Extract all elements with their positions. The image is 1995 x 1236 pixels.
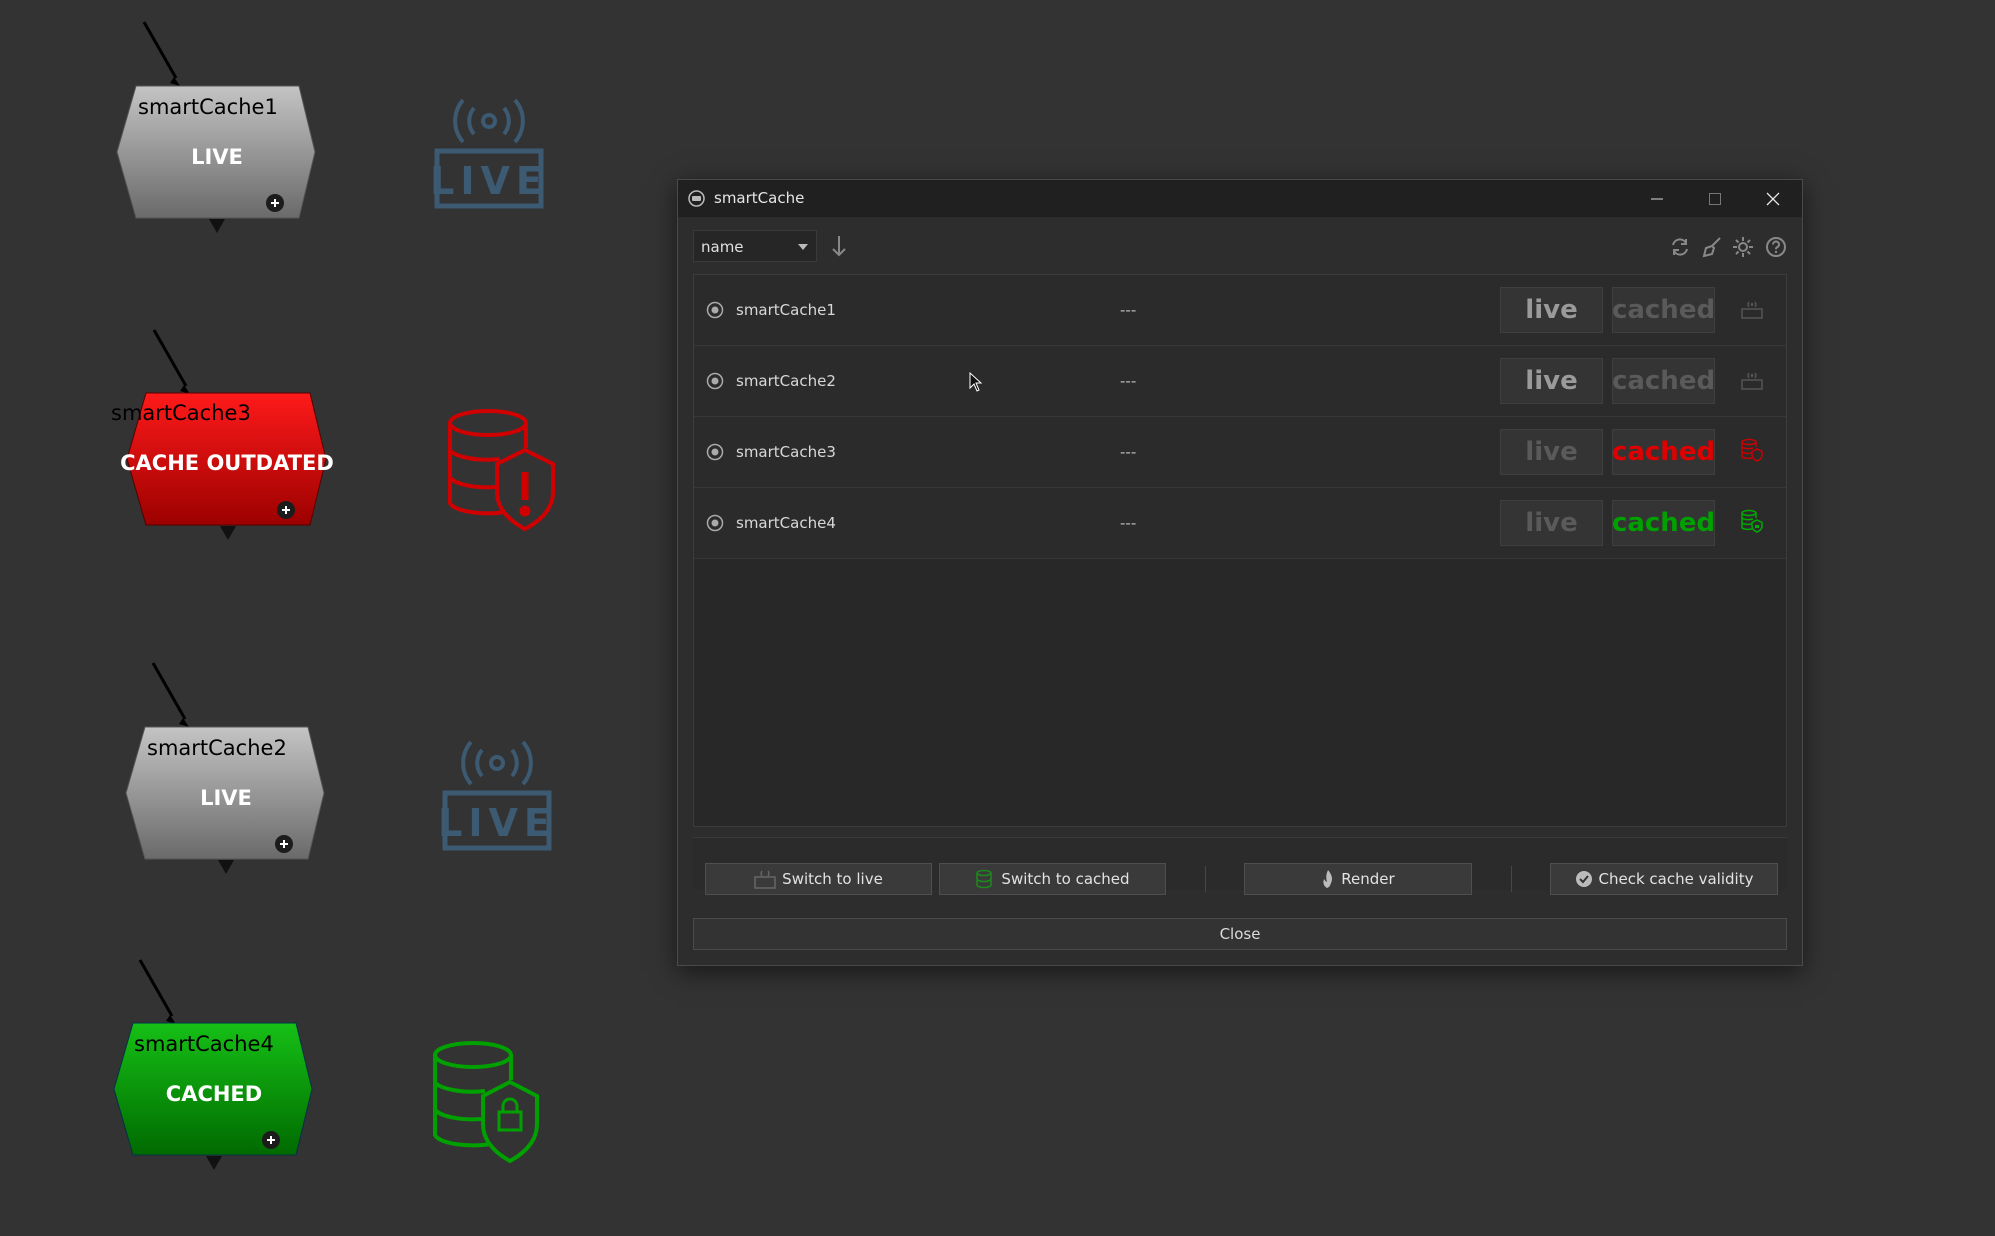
cache-row-smartcache2[interactable]: smartCache2 --- live cached [694,346,1786,417]
switch-to-live-button[interactable]: Switch to live [705,863,932,895]
node-status: CACHE OUTDATED [120,451,334,475]
refresh-icon[interactable] [1669,236,1691,258]
row-select-radio[interactable] [706,372,724,390]
switch-to-cached-label: Switch to cached [1001,870,1130,888]
check-cache-validity-button[interactable]: Check cache validity [1550,863,1778,895]
sort-by-select[interactable]: name [693,230,817,262]
live-broadcast-icon: LIVE [438,740,556,851]
chevron-down-icon [798,244,808,250]
switch-to-live-label: Switch to live [782,870,883,888]
input-connection-arrow [151,662,187,720]
switch-to-cached-button[interactable]: Switch to cached [939,863,1166,895]
title-bar[interactable]: smartCache [678,180,1802,217]
minimize-button[interactable] [1628,180,1686,217]
row-name: smartCache2 [736,372,836,390]
graph-node-smartcache1[interactable]: smartCache1 LIVE [116,21,316,233]
row-info: --- [1120,301,1137,319]
live-button[interactable]: live [1500,429,1603,475]
render-button[interactable]: Render [1244,863,1472,895]
database-lock-icon [1741,509,1763,533]
node-label: smartCache1 [138,95,278,119]
render-label: Render [1341,870,1395,888]
database-warning-icon [1741,438,1763,462]
broom-icon[interactable] [1701,236,1723,258]
minimize-icon [1651,198,1663,199]
live-state-icon [1741,301,1763,319]
row-name: smartCache4 [736,514,836,532]
live-broadcast-icon: LIVE [430,98,548,209]
node-status: LIVE [200,786,252,810]
row-select-radio[interactable] [706,514,724,532]
separator [1511,866,1512,892]
row-select-radio[interactable] [706,301,724,319]
close-icon [1766,192,1780,205]
node-status: LIVE [191,145,243,169]
close-window-button[interactable] [1744,180,1802,217]
graph-node-smartcache3[interactable]: smartCache3 CACHE OUTDATED [111,329,334,540]
input-connection-arrow [142,21,178,79]
database-icon [976,869,993,889]
graph-node-smartcache4[interactable]: smartCache4 CACHED [113,959,313,1170]
row-info: --- [1120,372,1137,390]
svg-text:LIVE: LIVE [430,159,548,203]
output-connector[interactable] [218,860,234,874]
cache-row-smartcache1[interactable]: smartCache1 --- live cached [694,275,1786,346]
output-connector[interactable] [220,526,236,540]
cache-row-smartcache4[interactable]: smartCache4 --- live cached [694,488,1786,559]
graph-node-smartcache2[interactable]: smartCache2 LIVE [125,662,325,874]
input-connection-arrow [138,959,174,1017]
action-bar: Switch to live Switch to cached Render C… [693,837,1787,895]
live-button[interactable]: live [1500,287,1603,333]
window-title: smartCache [714,189,805,207]
live-icon [754,870,776,889]
svg-text:LIVE: LIVE [438,801,556,845]
live-state-icon [1741,372,1763,390]
cached-button[interactable]: cached [1612,287,1715,333]
output-connector[interactable] [206,1156,222,1170]
flame-icon [1323,870,1333,888]
cached-button[interactable]: cached [1612,500,1715,546]
check-circle-icon [1575,871,1592,887]
check-cache-validity-label: Check cache validity [1598,870,1754,888]
node-label: smartCache2 [147,736,287,760]
gear-icon[interactable] [1732,236,1754,258]
app-icon [688,190,705,207]
separator [1205,866,1206,892]
cache-list: smartCache1 --- live cached smartCache2 … [693,274,1787,827]
help-icon[interactable] [1765,236,1787,258]
cached-button[interactable]: cached [1612,429,1715,475]
live-button[interactable]: live [1500,500,1603,546]
database-lock-icon [433,1041,539,1164]
output-connector[interactable] [209,219,225,233]
node-status: CACHED [166,1082,262,1106]
input-connection-arrow [152,329,188,387]
live-button[interactable]: live [1500,358,1603,404]
maximize-button[interactable] [1686,180,1744,217]
node-label: smartCache4 [134,1032,274,1056]
row-name: smartCache1 [736,301,836,319]
maximize-icon [1709,192,1721,205]
database-warning-icon [448,409,555,532]
row-select-radio[interactable] [706,443,724,461]
toolbar: name [693,230,1787,266]
cached-button[interactable]: cached [1612,358,1715,404]
row-info: --- [1120,443,1137,461]
cache-row-smartcache3[interactable]: smartCache3 --- live cached [694,417,1786,488]
row-info: --- [1120,514,1137,532]
sort-descending-icon[interactable] [830,234,848,258]
node-label: smartCache3 [111,401,251,425]
mouse-cursor-icon [969,372,983,392]
row-name: smartCache3 [736,443,836,461]
sort-by-value: name [701,238,744,256]
close-button[interactable]: Close [693,918,1787,950]
smartcache-window: smartCache name smartCache1 --- live cac… [677,179,1803,966]
